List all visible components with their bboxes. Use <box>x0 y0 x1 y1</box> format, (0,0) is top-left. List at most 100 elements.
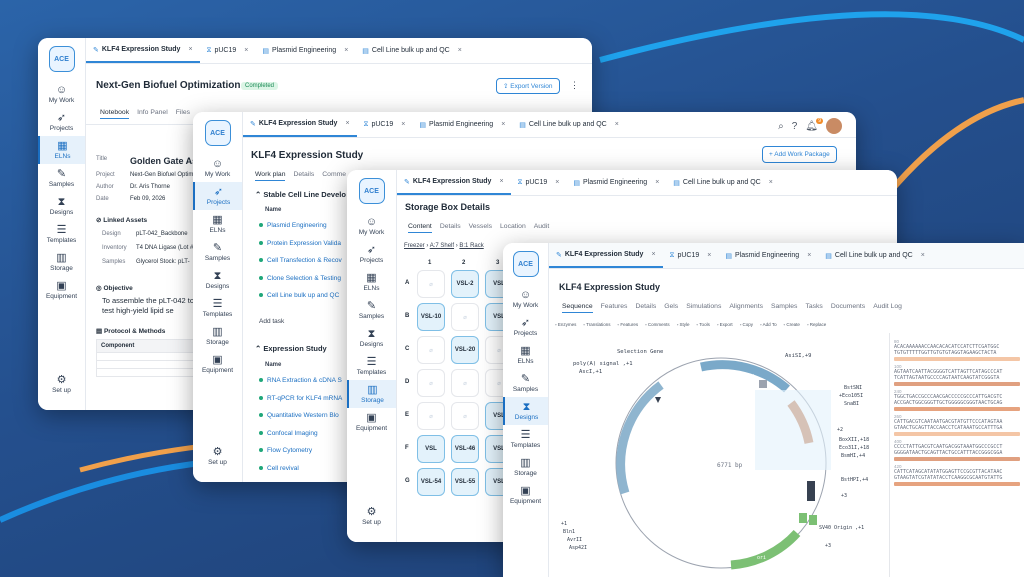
sidebar-item-designs[interactable]: ⧗ Designs <box>38 192 85 220</box>
task-item[interactable]: Confocal Imaging <box>259 430 342 437</box>
close-icon[interactable]: × <box>501 121 505 128</box>
sidebar-item-projects[interactable]: ➶ Projects <box>193 182 242 210</box>
sidebar-item-elns[interactable]: ▦ ELNs <box>347 268 396 296</box>
empty-cell[interactable]: ⌀ <box>417 402 445 430</box>
sidebar-item-elns[interactable]: ▦ ELNs <box>38 136 85 164</box>
sidebar-item-designs[interactable]: ⧗ Designs <box>503 397 548 425</box>
subtab-files[interactable]: Files <box>176 109 190 119</box>
help-icon[interactable]: ? <box>792 121 798 132</box>
sidebar-item-equipment[interactable]: ▣ Equipment <box>193 350 242 378</box>
sidebar-item-samples[interactable]: ✎ Samples <box>503 369 548 397</box>
sidebar-item-projects[interactable]: ➶ Projects <box>503 313 548 341</box>
tab-cell-line-bulk-up-and-qc[interactable]: ▤ Cell Line bulk up and QC × <box>512 112 626 137</box>
subtab-details[interactable]: Details <box>440 223 461 233</box>
breadcrumb-item[interactable]: A:7 Shelf <box>430 243 454 249</box>
tab-klf4-expression-study[interactable]: ✎ KLF4 Expression Study × <box>549 243 663 268</box>
subtab-tasks[interactable]: Tasks <box>805 303 822 313</box>
sidebar-item-elns[interactable]: ▦ ELNs <box>193 210 242 238</box>
search-icon[interactable]: ⌕ <box>778 121 784 132</box>
toolbar-features[interactable]: ▫ Features <box>617 322 638 327</box>
storage-cell[interactable]: VSL-10 <box>417 303 445 331</box>
sidebar-item-samples[interactable]: ✎ Samples <box>193 238 242 266</box>
subtab-work-plan[interactable]: Work plan <box>255 171 286 181</box>
task-item[interactable]: Cell Line bulk up and QC <box>259 292 342 299</box>
subtab-vessels[interactable]: Vessels <box>469 223 492 233</box>
group-header-2[interactable]: ⌃ Expression Study <box>255 344 327 353</box>
subtab-details[interactable]: Details <box>293 171 314 181</box>
subtab-features[interactable]: Features <box>601 303 628 313</box>
subtab-samples[interactable]: Samples <box>771 303 797 313</box>
sidebar-item-designs[interactable]: ⧗ Designs <box>193 266 242 294</box>
subtab-info-panel[interactable]: Info Panel <box>137 109 168 119</box>
bell-icon[interactable]: 🔔︎ 9 <box>805 117 823 132</box>
tab-klf4-expression-study[interactable]: ✎ KLF4 Expression Study × <box>86 38 200 63</box>
task-item[interactable]: Cell Transfection & Recov <box>259 257 342 264</box>
toolbar-tools[interactable]: ▫ Tools <box>697 322 710 327</box>
add-task-link[interactable]: Add task <box>259 318 284 325</box>
task-item[interactable]: Cell revival <box>259 465 342 472</box>
sidebar-item-equipment[interactable]: ▣ Equipment <box>38 276 85 304</box>
toolbar-export[interactable]: ▫ Export <box>717 322 733 327</box>
empty-cell[interactable]: ⌀ <box>417 336 445 364</box>
toolbar-enzymes[interactable]: ▫ Enzymes <box>555 322 576 327</box>
sidebar-item-templates[interactable]: ☰ Templates <box>38 220 85 248</box>
task-item[interactable]: Flow Cytometry <box>259 447 342 454</box>
toolbar-replace[interactable]: ▫ Replace <box>807 322 826 327</box>
empty-cell[interactable]: ⌀ <box>451 303 479 331</box>
subtab-location[interactable]: Location <box>500 223 526 233</box>
sidebar-item-my-work[interactable]: ☺ My Work <box>38 80 85 108</box>
tab-klf4-expression-study[interactable]: ✎ KLF4 Expression Study × <box>397 170 511 195</box>
storage-cell[interactable]: VSL-46 <box>451 435 479 463</box>
sidebar-item-storage[interactable]: ▥ Storage <box>38 248 85 276</box>
subtab-gels[interactable]: Gels <box>664 303 678 313</box>
toolbar-style[interactable]: ▫ Style <box>677 322 690 327</box>
empty-cell[interactable]: ⌀ <box>417 369 445 397</box>
sidebar-item-equipment[interactable]: ▣ Equipment <box>347 408 396 436</box>
tab-plasmid-engineering[interactable]: ▤ Plasmid Engineering × <box>412 112 512 137</box>
close-icon[interactable]: × <box>345 120 349 127</box>
toolbar-copy[interactable]: ▫ Copy <box>740 322 753 327</box>
subtab-content[interactable]: Content <box>408 223 432 233</box>
empty-cell[interactable]: ⌀ <box>417 270 445 298</box>
storage-cell[interactable]: VSL-20 <box>451 336 479 364</box>
close-icon[interactable]: × <box>651 251 655 258</box>
sidebar-item-templates[interactable]: ☰ Templates <box>193 294 242 322</box>
task-item[interactable]: RT-qPCR for KLF4 mRNA <box>259 395 342 402</box>
task-item[interactable]: Quantitative Western Blo <box>259 412 342 419</box>
tab-cell-line-bulk-up-and-qc[interactable]: ▤ Cell Line bulk up and QC × <box>818 243 932 268</box>
sidebar-item-storage[interactable]: ▥ Storage <box>503 453 548 481</box>
close-icon[interactable]: × <box>555 179 559 186</box>
subtab-audit-log[interactable]: Audit Log <box>873 303 902 313</box>
close-icon[interactable]: × <box>707 252 711 259</box>
sidebar-item-equipment[interactable]: ▣ Equipment <box>503 481 548 509</box>
close-icon[interactable]: × <box>615 121 619 128</box>
empty-cell[interactable]: ⌀ <box>451 369 479 397</box>
task-item[interactable]: Clone Selection & Testing <box>259 275 342 282</box>
sidebar-item-my-work[interactable]: ☺ My Work <box>503 285 548 313</box>
breadcrumb-item[interactable]: B:1 Rack <box>459 243 483 249</box>
sidebar-item-projects[interactable]: ➶ Projects <box>38 108 85 136</box>
toolbar-comments[interactable]: ▫ Comments <box>645 322 670 327</box>
avatar[interactable] <box>826 118 842 134</box>
task-item[interactable]: Protein Expression Valida <box>259 240 342 247</box>
sidebar-item-storage[interactable]: ▥ Storage <box>347 380 396 408</box>
tab-plasmid-engineering[interactable]: ▤ Plasmid Engineering × <box>255 38 355 63</box>
sidebar-item-setup[interactable]: ⚙ Set up <box>193 442 242 470</box>
close-icon[interactable]: × <box>458 47 462 54</box>
tab-puc19[interactable]: ⧖ pUC19 × <box>357 112 413 137</box>
storage-cell[interactable]: VSL-2 <box>451 270 479 298</box>
sidebar-item-samples[interactable]: ✎ Samples <box>347 296 396 324</box>
breadcrumb-item[interactable]: Freezer <box>404 243 425 249</box>
tab-klf4-expression-study[interactable]: ✎ KLF4 Expression Study × <box>243 112 357 137</box>
storage-cell[interactable]: VSL-54 <box>417 468 445 496</box>
tab-plasmid-engineering[interactable]: ▤ Plasmid Engineering × <box>566 170 666 195</box>
close-icon[interactable]: × <box>655 179 659 186</box>
close-icon[interactable]: × <box>769 179 773 186</box>
add-work-package-button[interactable]: + Add Work Package <box>762 146 837 163</box>
more-icon[interactable]: ⋮ <box>570 80 579 91</box>
storage-cell[interactable]: VSL <box>417 435 445 463</box>
task-item[interactable]: Plasmid Engineering <box>259 222 342 229</box>
sidebar-item-designs[interactable]: ⧗ Designs <box>347 324 396 352</box>
subtab-alignments[interactable]: Alignments <box>729 303 763 313</box>
group-header-1[interactable]: ⌃ Stable Cell Line Develo <box>255 190 346 199</box>
